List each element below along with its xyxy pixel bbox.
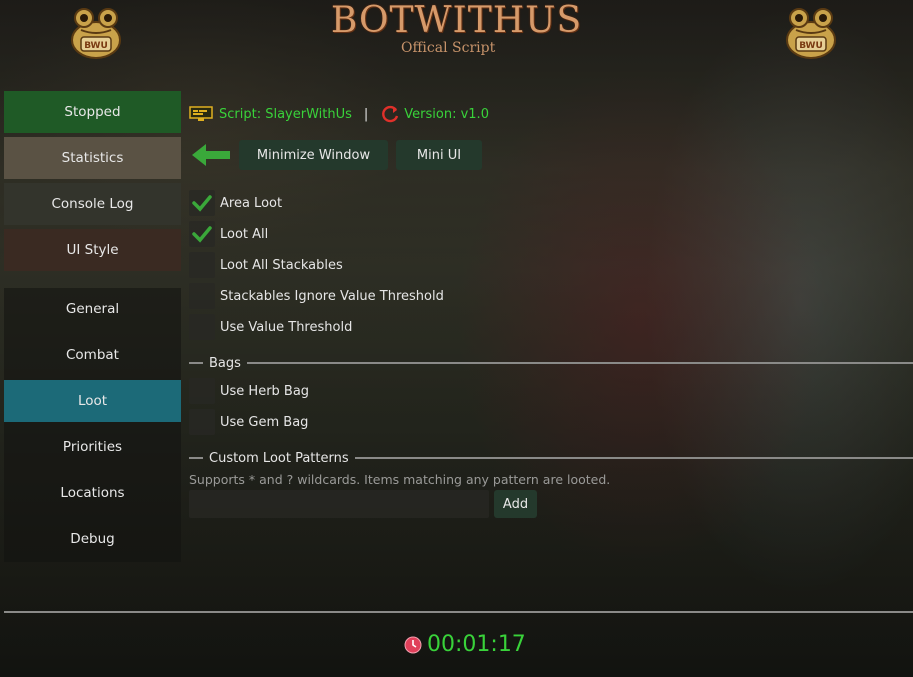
add-pattern-label: Add bbox=[502, 496, 529, 512]
custom-patterns-heading: Custom Loot Patterns bbox=[209, 450, 349, 466]
script-name: Script: SlayerWithUs bbox=[219, 106, 352, 122]
minimize-window-label: Minimize Window bbox=[256, 147, 371, 163]
ui-style-label: UI Style bbox=[66, 242, 119, 258]
console-log-button[interactable]: Console Log bbox=[4, 183, 181, 225]
nav-item-locations[interactable]: Locations bbox=[4, 472, 181, 514]
nav-item-label: Debug bbox=[70, 531, 115, 547]
mini-ui-label: Mini UI bbox=[416, 147, 462, 163]
loot-all-stackables-checkbox[interactable] bbox=[189, 252, 215, 278]
nav-item-label: General bbox=[65, 301, 120, 317]
patterns-hint: Supports * and ? wildcards. Items matchi… bbox=[189, 472, 611, 487]
loot-all-checkbox[interactable] bbox=[189, 221, 215, 247]
bags-separator: Bags bbox=[189, 355, 913, 371]
nav-item-label: Locations bbox=[60, 485, 125, 501]
add-pattern-button[interactable]: Add bbox=[494, 490, 537, 518]
use-herb-bag-checkbox[interactable] bbox=[189, 378, 215, 404]
use-herb-bag-option[interactable]: Use Herb Bag bbox=[189, 378, 309, 404]
minimize-window-button[interactable]: Minimize Window bbox=[239, 140, 388, 170]
stackables-ignore-threshold-label: Stackables Ignore Value Threshold bbox=[220, 288, 444, 304]
pattern-input[interactable] bbox=[189, 490, 489, 518]
timer-value: 00:01:17 bbox=[427, 632, 526, 657]
footer-divider bbox=[4, 611, 913, 613]
ui-style-button[interactable]: UI Style bbox=[4, 229, 181, 271]
custom-patterns-separator: Custom Loot Patterns bbox=[189, 450, 913, 466]
logo-title: BOTWITHUS bbox=[330, 0, 583, 41]
stopped-label: Stopped bbox=[64, 104, 121, 120]
nav-item-label: Combat bbox=[66, 347, 119, 363]
mini-ui-button[interactable]: Mini UI bbox=[396, 140, 482, 170]
loot-all-stackables-option[interactable]: Loot All Stackables bbox=[189, 252, 343, 278]
clock-icon bbox=[404, 636, 422, 653]
logo-subtitle: Offical Script bbox=[401, 40, 496, 56]
use-herb-bag-label: Use Herb Bag bbox=[220, 383, 310, 399]
nav-item-label: Priorities bbox=[62, 439, 123, 455]
nav-item-debug[interactable]: Debug bbox=[4, 518, 181, 560]
version-label: Version: v1.0 bbox=[404, 106, 489, 122]
loot-all-stackables-label: Loot All Stackables bbox=[220, 257, 343, 273]
use-value-threshold-label: Use Value Threshold bbox=[220, 319, 353, 335]
nav-item-priorities[interactable]: Priorities bbox=[4, 426, 181, 468]
bags-heading: Bags bbox=[209, 355, 241, 371]
frog-badge: BWU bbox=[84, 41, 108, 51]
info-divider: | bbox=[363, 106, 369, 122]
nav-item-loot[interactable]: Loot bbox=[4, 380, 181, 422]
nav-item-combat[interactable]: Combat bbox=[4, 334, 181, 376]
use-gem-bag-option[interactable]: Use Gem Bag bbox=[189, 409, 308, 435]
statistics-button[interactable]: Statistics bbox=[4, 137, 181, 179]
use-gem-bag-checkbox[interactable] bbox=[189, 409, 215, 435]
refresh-icon bbox=[382, 105, 399, 123]
nav-item-label: Loot bbox=[77, 393, 108, 409]
loot-all-option[interactable]: Loot All bbox=[189, 221, 268, 247]
stopped-button[interactable]: Stopped bbox=[4, 91, 181, 133]
statistics-label: Statistics bbox=[61, 150, 124, 166]
nav-item-general[interactable]: General bbox=[4, 288, 181, 330]
logo: BOTWITHUS Offical Script bbox=[0, 0, 913, 56]
frog-logo-icon: BWU bbox=[71, 8, 121, 59]
monitor-icon bbox=[189, 106, 213, 121]
back-arrow-icon[interactable] bbox=[190, 142, 232, 168]
frog-logo-icon: BWU bbox=[786, 8, 836, 59]
checkmark-icon bbox=[192, 226, 212, 243]
stackables-ignore-threshold-checkbox[interactable] bbox=[189, 283, 215, 309]
stackables-ignore-threshold-option[interactable]: Stackables Ignore Value Threshold bbox=[189, 283, 444, 309]
runtime-timer: 00:01:17 bbox=[404, 632, 526, 657]
area-loot-checkbox[interactable] bbox=[189, 190, 215, 216]
script-info: Script: SlayerWithUs | Version: v1.0 bbox=[189, 104, 489, 124]
use-gem-bag-label: Use Gem Bag bbox=[220, 414, 309, 430]
use-value-threshold-checkbox[interactable] bbox=[189, 314, 215, 340]
frog-badge: BWU bbox=[799, 41, 823, 51]
loot-all-label: Loot All bbox=[220, 226, 269, 242]
area-loot-option[interactable]: Area Loot bbox=[189, 190, 282, 216]
checkmark-icon bbox=[192, 195, 212, 212]
area-loot-label: Area Loot bbox=[220, 195, 283, 211]
console-log-label: Console Log bbox=[51, 196, 134, 212]
use-value-threshold-option[interactable]: Use Value Threshold bbox=[189, 314, 352, 340]
